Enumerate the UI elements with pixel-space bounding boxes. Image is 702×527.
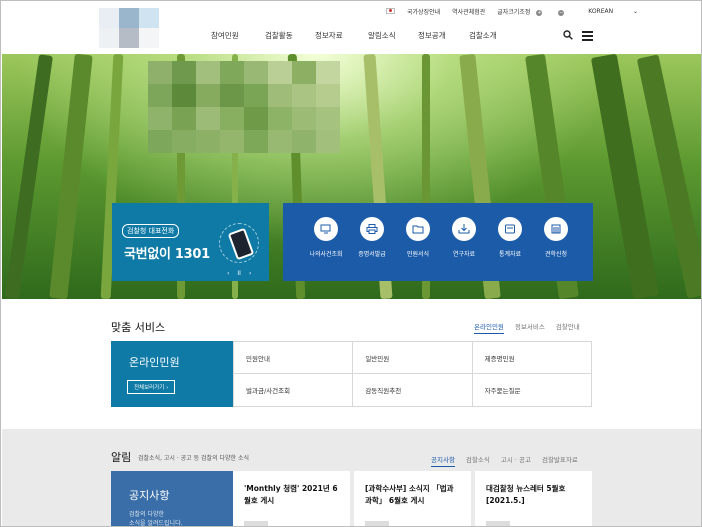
quick-case-lookup[interactable]: 나의사건조회 [303, 217, 349, 281]
notice-card[interactable]: [과학수사부] 소식지 「법과 과학」 6월호 게시 [354, 471, 471, 526]
notice-card-title: [과학수사부] 소식지 「법과 과학」 6월호 게시 [365, 484, 454, 505]
language-select[interactable]: KOREAN ⌄ [588, 8, 650, 15]
notice-card-tag [244, 521, 268, 526]
util-link-symbols[interactable]: 국가상징안내 [407, 7, 440, 16]
notice-desc-line: 소식을 알려드립니다. [129, 520, 183, 527]
nav-news[interactable]: 알림소식 [368, 30, 418, 41]
folder-icon [406, 217, 430, 241]
quick-research[interactable]: 연구자료 [441, 217, 487, 281]
quick-label: 연구자료 [452, 251, 476, 258]
service-item[interactable]: 제증명민원 [471, 342, 591, 374]
font-size-label: 글자크기조정 [497, 8, 531, 16]
service-item[interactable]: 감동직원추천 [352, 374, 471, 406]
phone-tag: 검찰청 대표전화 [122, 224, 180, 238]
services-panel-title: 온라인민원 [129, 356, 180, 369]
service-item[interactable]: 벌과금/사건조회 [233, 374, 352, 406]
services-title: 맞춤 서비스 [111, 321, 166, 334]
phone-hand-icon [219, 223, 259, 263]
nav-activities[interactable]: 검찰활동 [265, 30, 315, 41]
notice-panel-desc: 검찰의 다양한 소식을 알려드립니다. [129, 510, 183, 527]
util-font-size: 글자크기조정 + − [497, 7, 576, 16]
notice-card[interactable]: 'Monthly 청렴' 2021년 6월호 게시 [233, 471, 350, 526]
tab-guide[interactable]: 검찰안내 [556, 321, 580, 334]
quick-label: 통계자료 [498, 251, 522, 258]
notice-card-tag [486, 521, 510, 526]
notice-panel-title: 공지사항 [129, 489, 170, 502]
quick-label: 증명서발급 [358, 251, 386, 258]
tab-notices[interactable]: 공지사항 [431, 454, 455, 467]
services-panel: 온라인민원 전체보러가기 › [111, 341, 233, 407]
notice-card-title: 대검찰청 뉴스레터 5월호[2021.5.] [486, 484, 566, 505]
util-link-history[interactable]: 역사관체험관 [452, 7, 485, 16]
quick-label: 견학신청 [544, 251, 568, 258]
utility-bar: 국가상징안내 역사관체험관 글자크기조정 + − KOREAN ⌄ [386, 5, 662, 17]
chevron-down-icon: ⌄ [633, 7, 639, 15]
hamburger-menu-icon[interactable] [582, 31, 593, 41]
building-icon [544, 217, 568, 241]
services-tabs: 온라인민원 정보서비스 검찰안내 [474, 321, 591, 334]
services-grid: 민원안내 일반민원 제증명민원 벌과금/사건조회 감동직원추천 자주묻는질문 [233, 341, 592, 407]
tab-press-releases[interactable]: 검찰발표자료 [542, 454, 578, 467]
slider-next-button[interactable]: › [249, 270, 251, 277]
nav-disclosure[interactable]: 정보공개 [418, 30, 469, 41]
service-item[interactable]: 민원안내 [233, 342, 353, 374]
notice-panel: 공지사항 검찰의 다양한 소식을 알려드립니다. [111, 471, 233, 527]
quick-menu: 나의사건조회 증명서발급 민원서식 연구자료 통계자료 견학신청 [283, 203, 593, 281]
page: 국가상징안내 역사관체험관 글자크기조정 + − KOREAN ⌄ 참여민원 검… [0, 0, 702, 527]
tab-announcements[interactable]: 고시 · 공고 [501, 454, 531, 467]
slider-prev-button[interactable]: ‹ [227, 270, 229, 277]
font-decrease-button[interactable]: − [558, 9, 565, 16]
notice-tabs: 공지사항 검찰소식 고시 · 공고 검찰발표자료 [431, 454, 589, 467]
tab-prosecution-news[interactable]: 검찰소식 [466, 454, 490, 467]
flag-icon [386, 8, 395, 14]
search-icon[interactable] [563, 30, 573, 40]
main-nav: 참여민원 검찰활동 정보자료 알림소식 정보공개 검찰소개 [211, 30, 497, 41]
blurred-hero-text [148, 61, 340, 153]
view-all-button[interactable]: 전체보러가기 › [127, 380, 176, 394]
notice-desc-line: 검찰의 다양한 [129, 511, 165, 518]
service-item[interactable]: 일반민원 [352, 342, 472, 374]
notice-section [2, 429, 701, 526]
tab-info-service[interactable]: 정보서비스 [515, 321, 545, 334]
notice-card-tag [365, 521, 389, 526]
download-icon [452, 217, 476, 241]
nav-about[interactable]: 검찰소개 [469, 30, 497, 41]
language-label: KOREAN [588, 7, 614, 15]
logo[interactable] [99, 8, 159, 48]
font-increase-button[interactable]: + [536, 9, 543, 16]
notice-card[interactable]: 대검찰청 뉴스레터 5월호[2021.5.] [475, 471, 592, 526]
quick-statistics[interactable]: 통계자료 [487, 217, 533, 281]
monitor-search-icon [314, 217, 338, 241]
tab-online-civil[interactable]: 온라인민원 [474, 321, 504, 334]
slider-pause-button[interactable]: II [237, 270, 241, 277]
quick-label: 민원서식 [406, 251, 430, 258]
printer-icon [360, 217, 384, 241]
nav-information[interactable]: 정보자료 [315, 30, 368, 41]
service-item[interactable]: 자주묻는질문 [471, 374, 591, 406]
phone-banner[interactable]: 검찰청 대표전화 국번없이 1301 ‹ II › [112, 203, 269, 281]
notice-title: 알림 [111, 451, 132, 464]
nav-participation[interactable]: 참여민원 [211, 30, 265, 41]
quick-tour[interactable]: 견학신청 [533, 217, 579, 281]
phone-number: 국번없이 1301 [124, 247, 210, 262]
quick-label: 나의사건조회 [309, 251, 343, 258]
quick-certificate[interactable]: 증명서발급 [349, 217, 395, 281]
inbox-icon [498, 217, 522, 241]
notice-card-title: 'Monthly 청렴' 2021년 6월호 게시 [244, 484, 338, 505]
notice-subtitle: 검찰소식, 고시 · 공고 등 검찰의 다양한 소식 [138, 455, 250, 462]
quick-forms[interactable]: 민원서식 [395, 217, 441, 281]
slider-controls: ‹ II › [227, 270, 251, 277]
